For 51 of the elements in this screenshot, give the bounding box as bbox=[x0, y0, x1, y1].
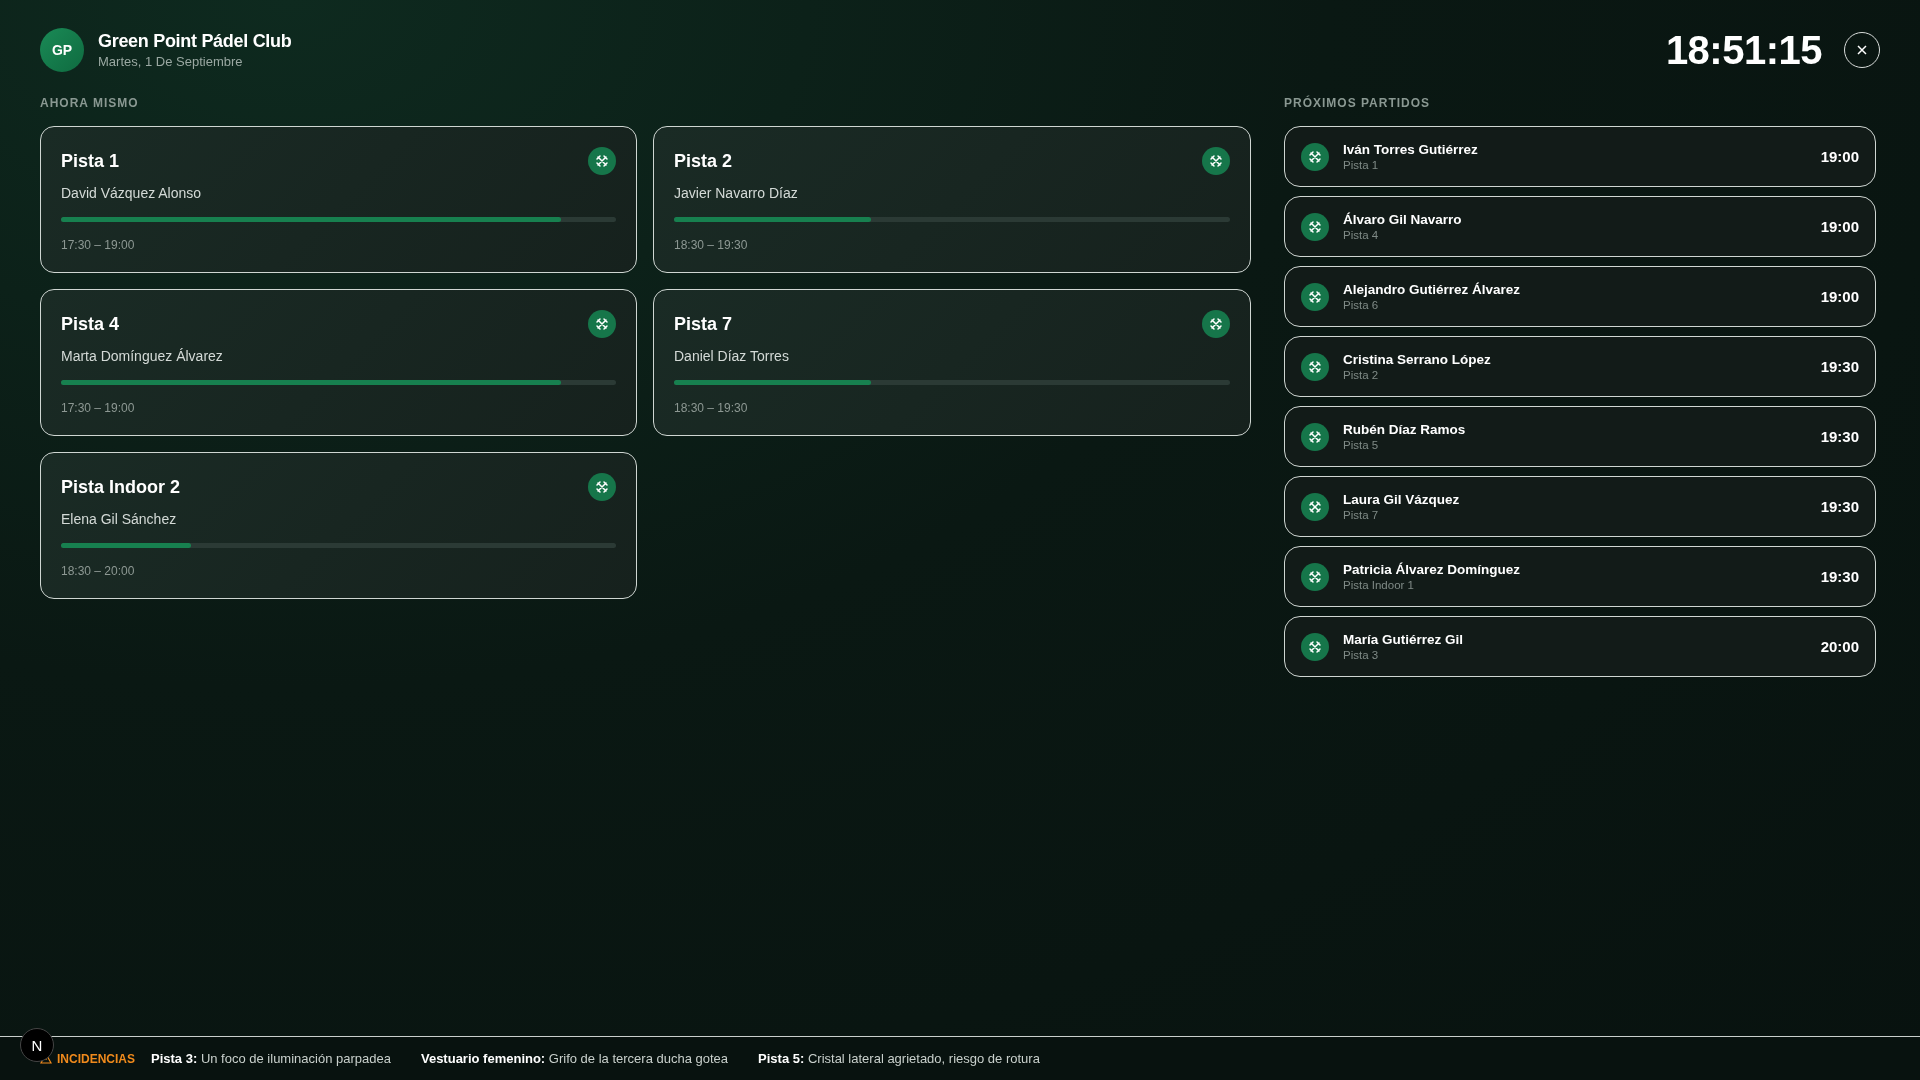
incident-text: Vestuario femenino: Grifo de la tercera ducha gotea bbox=[420, 1051, 729, 1066]
match-time: 19:30 bbox=[1820, 498, 1859, 515]
court-name: Pista 3 bbox=[1343, 649, 1380, 661]
match-time: 19:00 bbox=[1820, 288, 1859, 305]
player-name: Cristina Serrano López bbox=[1343, 352, 1492, 367]
court-name: Pista 1 bbox=[61, 150, 120, 172]
club-logo: GP bbox=[40, 28, 84, 72]
court-name: Pista 4 bbox=[1343, 229, 1380, 241]
player-name: Alejandro Gutiérrez Álvarez bbox=[1343, 282, 1522, 297]
time-range: 17:30 – 19:00 bbox=[61, 401, 136, 415]
player-name: María Gutiérrez Gil bbox=[1343, 632, 1465, 647]
incident-text: Pista 3: Un foco de iluminación parpadea bbox=[151, 1051, 391, 1066]
court-name: Pista 6 bbox=[1343, 299, 1380, 311]
court-name: Pista 7 bbox=[1343, 509, 1380, 521]
match-time: 19:30 bbox=[1820, 358, 1859, 375]
time-range: 18:30 – 20:00 bbox=[61, 564, 136, 578]
date-label: Martes, 1 De Septiembre bbox=[98, 54, 244, 69]
player-name: Laura Gil Vázquez bbox=[1343, 492, 1461, 507]
incident-text: Pista 5: Cristal lateral agrietado, riesgo de rotura bbox=[758, 1051, 1040, 1066]
incidents-label: INCIDENCIAS bbox=[57, 1051, 135, 1066]
section-title: PRÓXIMOS PARTIDOS bbox=[1284, 96, 1432, 110]
club-name: Green Point Pádel Club bbox=[98, 31, 292, 52]
section-title: AHORA MISMO bbox=[40, 96, 140, 110]
clock: 18:51:15 bbox=[1665, 27, 1822, 73]
court-name: Pista Indoor 1 bbox=[1343, 579, 1415, 591]
court-name: Pista 2 bbox=[1343, 369, 1380, 381]
match-time: 19:30 bbox=[1820, 428, 1859, 445]
court-name: Pista Indoor 2 bbox=[61, 476, 181, 498]
player-name: Marta Domínguez Álvarez bbox=[61, 348, 224, 364]
time-range: 17:30 – 19:00 bbox=[61, 238, 136, 252]
player-name: Javier Navarro Díaz bbox=[674, 185, 799, 201]
player-name: Patricia Álvarez Domínguez bbox=[1343, 562, 1522, 577]
match-time: 19:00 bbox=[1820, 148, 1859, 165]
court-name: Pista 7 bbox=[674, 313, 733, 335]
player-name: Álvaro Gil Navarro bbox=[1343, 212, 1463, 227]
court-name: Pista 1 bbox=[1343, 159, 1380, 171]
time-range: 18:30 – 19:30 bbox=[674, 401, 749, 415]
time-range: 18:30 – 19:30 bbox=[674, 238, 749, 252]
court-name: Pista 2 bbox=[674, 150, 733, 172]
player-name: Elena Gil Sánchez bbox=[61, 511, 178, 527]
player-name: David Vázquez Alonso bbox=[61, 185, 203, 201]
close-icon bbox=[1856, 44, 1868, 56]
player-name: Iván Torres Gutiérrez bbox=[1343, 142, 1479, 157]
match-time: 19:30 bbox=[1820, 568, 1859, 585]
court-name: Pista 4 bbox=[61, 313, 120, 335]
match-time: 20:00 bbox=[1820, 638, 1859, 655]
court-name: Pista 5 bbox=[1343, 439, 1380, 451]
match-time: 19:00 bbox=[1820, 218, 1859, 235]
dev-tools-button[interactable]: N bbox=[20, 1028, 54, 1062]
player-name: Rubén Díaz Ramos bbox=[1343, 422, 1467, 437]
player-name: Daniel Díaz Torres bbox=[674, 348, 790, 364]
